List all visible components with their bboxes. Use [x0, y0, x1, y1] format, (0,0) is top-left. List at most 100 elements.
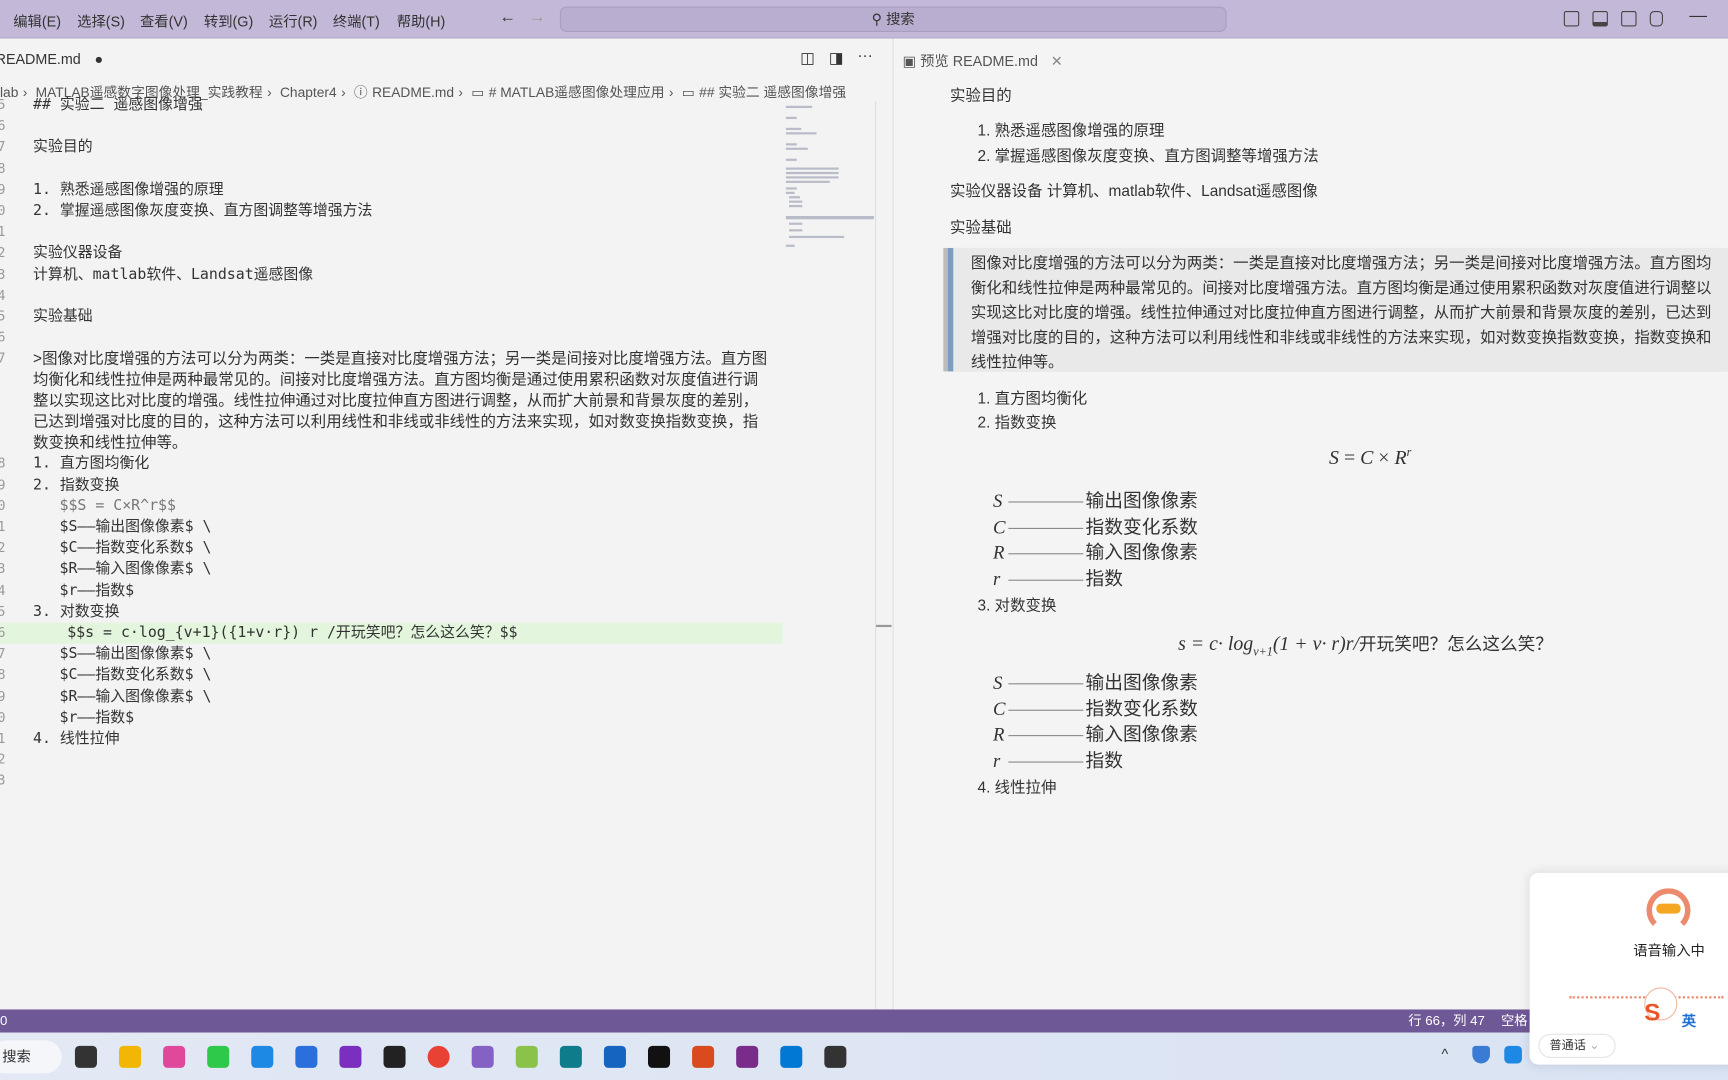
menu-terminal[interactable]: 终端(T) — [333, 10, 380, 31]
more-actions-icon[interactable]: ··· — [857, 46, 872, 64]
dialect-select[interactable]: 普通话 ⌄ — [1538, 1033, 1616, 1058]
line-number: 70 — [0, 707, 6, 728]
line-text: $S——输出图像像素$ \ — [59, 517, 212, 536]
dingtalk-icon[interactable] — [251, 1045, 274, 1068]
line-text: 实验基础 — [33, 307, 93, 326]
line-number: 47 — [0, 137, 6, 158]
code-line[interactable]: 69 $R——输入图像像素$ \ — [0, 686, 782, 707]
code-line[interactable]: 48 — [0, 158, 782, 179]
code-line[interactable]: 51 — [0, 222, 782, 243]
ime-voice-popup: 语音输入中 S 英 普通话 ⌄ — [1529, 872, 1728, 1065]
file-explorer-icon[interactable] — [119, 1045, 142, 1068]
matlab-icon[interactable] — [692, 1045, 715, 1068]
code-line[interactable]: 53 计算机、matlab软件、Landsat遥感图像 — [0, 264, 782, 285]
code-line[interactable]: 63 $R——输入图像像素$ \ — [0, 559, 782, 580]
command-search-input[interactable]: ⚲ 搜索 — [559, 6, 1227, 32]
visual-studio-icon[interactable] — [471, 1045, 494, 1068]
line-text: $$S = C×R^r$$ — [59, 496, 176, 515]
app-icon[interactable] — [824, 1045, 847, 1068]
menu-go[interactable]: 转到(G) — [204, 10, 253, 31]
taskbar-search[interactable]: 搜索 — [0, 1040, 62, 1074]
vpn-icon[interactable] — [603, 1045, 626, 1068]
line-number: 63 — [0, 559, 6, 580]
earth-icon[interactable] — [515, 1045, 538, 1068]
code-line[interactable]: 62 $C——指数变化系数$ \ — [0, 538, 782, 559]
customize-layout-icon[interactable] — [1649, 11, 1663, 27]
chevron-up-icon[interactable]: ^ — [1441, 1046, 1448, 1063]
menu-view[interactable]: 查看(V) — [140, 10, 188, 31]
code-line[interactable]: 73 — [0, 771, 782, 792]
code-line[interactable]: 47 实验目的 — [0, 137, 782, 158]
code-line[interactable]: 67 $S——输出图像像素$ \ — [0, 644, 782, 665]
code-line[interactable]: 54 — [0, 285, 782, 306]
obs-icon[interactable] — [383, 1045, 406, 1068]
code-line[interactable]: 65 3. 对数变换 — [0, 601, 782, 622]
formula-log: s = c· logv+1(1 + v· r)r/开玩笑吧？怎么这么笑？ — [1178, 632, 1553, 659]
menu-selection[interactable]: 选择(S) — [77, 10, 125, 31]
markdown-preview: ▣ 预览 README.md ✕ 实验目的 1. 熟悉遥感图像增强的原理 2. … — [892, 38, 1728, 1010]
status-problems[interactable]: 0 — [0, 1009, 7, 1032]
pdf-icon[interactable] — [736, 1045, 759, 1068]
minimize-icon[interactable]: — — [1689, 7, 1707, 27]
code-line[interactable]: 70 $r——指数$ — [0, 707, 782, 728]
code-line[interactable]: 52 实验仪器设备 — [0, 243, 782, 264]
code-line[interactable]: 55 实验基础 — [0, 306, 782, 327]
line-text: 1. 直方图均衡化 — [33, 454, 150, 473]
line-number: 48 — [0, 158, 6, 179]
terminal-icon[interactable] — [647, 1045, 671, 1068]
menu-edit[interactable]: 编辑(E) — [13, 10, 61, 31]
open-preview-side-icon[interactable]: ◫ — [800, 48, 815, 67]
edge-drop-icon[interactable] — [163, 1045, 186, 1068]
magnifier-icon[interactable] — [559, 1045, 582, 1068]
code-line[interactable]: 71 4. 线性拉伸 — [0, 728, 782, 749]
line-number: 49 — [0, 179, 6, 200]
code-line[interactable]: 72 — [0, 750, 782, 771]
tab-readme[interactable]: README.md ● — [0, 50, 103, 70]
tab-preview[interactable]: ▣ 预览 README.md ✕ — [903, 50, 1063, 71]
line-text: 4. 线性拉伸 — [33, 729, 120, 748]
toggle-secondary-sidebar-icon[interactable] — [1621, 11, 1637, 27]
variable-row: C 指数变化系数 — [992, 516, 1198, 538]
voice-avatar-icon — [1646, 888, 1691, 933]
toggle-panel-icon[interactable] — [1592, 11, 1608, 27]
line-number: 51 — [0, 222, 6, 243]
line-text: 实验目的 — [33, 138, 93, 156]
vscode-icon[interactable] — [780, 1045, 803, 1068]
chrome-icon[interactable] — [427, 1045, 450, 1068]
code-line[interactable]: 66 $$s = c·log_{v+1}({1+v·r}) r /开玩笑吧？怎么这… — [0, 622, 783, 644]
status-indentation[interactable]: 空格 — [1501, 1009, 1527, 1032]
minimap[interactable] — [785, 101, 876, 255]
status-cursor-position[interactable]: 行 66，列 47 — [1408, 1009, 1484, 1032]
wechat-icon[interactable] — [207, 1045, 230, 1068]
dingtalk-tray-icon[interactable] — [1504, 1045, 1522, 1064]
code-line[interactable]: 64 $r——指数$ — [0, 580, 782, 601]
task-view-icon[interactable] — [74, 1045, 97, 1068]
code-line[interactable]: 60 $$S = C×R^r$$ — [0, 496, 782, 517]
line-text: $r——指数$ — [59, 708, 135, 727]
unsaved-dot-icon[interactable]: ● — [94, 51, 103, 68]
editor-scrollbar[interactable] — [875, 101, 877, 1010]
code-line[interactable]: 56 — [0, 328, 782, 349]
defender-icon[interactable] — [1472, 1045, 1490, 1064]
close-icon[interactable]: ✕ — [1051, 53, 1063, 70]
forward-arrow-icon[interactable]: → — [529, 8, 546, 27]
onenote-icon[interactable] — [339, 1045, 362, 1068]
code-line[interactable]: 49 1. 熟悉遥感图像增强的原理 — [0, 179, 782, 200]
code-line[interactable]: 68 $C——指数变化系数$ \ — [0, 665, 782, 686]
variable-row: R 输入图像像素 — [992, 724, 1198, 745]
menu-run[interactable]: 运行(R) — [269, 10, 318, 31]
code-line[interactable]: 58 1. 直方图均衡化 — [0, 453, 782, 474]
code-line[interactable]: 59 2. 指数变换 — [0, 475, 782, 496]
code-line[interactable]: 45 ## 实验二 遥感图像增强 — [0, 95, 782, 116]
code-editor[interactable]: 45 ## 实验二 遥感图像增强 4647 实验目的 4849 1. 熟悉遥感图像增强的原… — [0, 95, 783, 1010]
back-arrow-icon[interactable]: ← — [499, 8, 516, 27]
ime-lang-toggle[interactable]: 英 — [1682, 1009, 1696, 1030]
menu-help[interactable]: 帮助(H) — [397, 10, 446, 31]
code-line[interactable]: 46 — [0, 116, 782, 137]
code-line[interactable]: 50 2. 掌握遥感图像灰度变换、直方图调整等增强方法 — [0, 201, 782, 222]
todo-icon[interactable] — [295, 1045, 318, 1068]
toggle-sidebar-icon[interactable] — [1563, 11, 1580, 27]
split-editor-icon[interactable]: ◨ — [829, 48, 844, 67]
scrollbar-thumb[interactable] — [876, 624, 892, 628]
code-line[interactable]: 61 $S——输出图像像素$ \ — [0, 517, 782, 538]
